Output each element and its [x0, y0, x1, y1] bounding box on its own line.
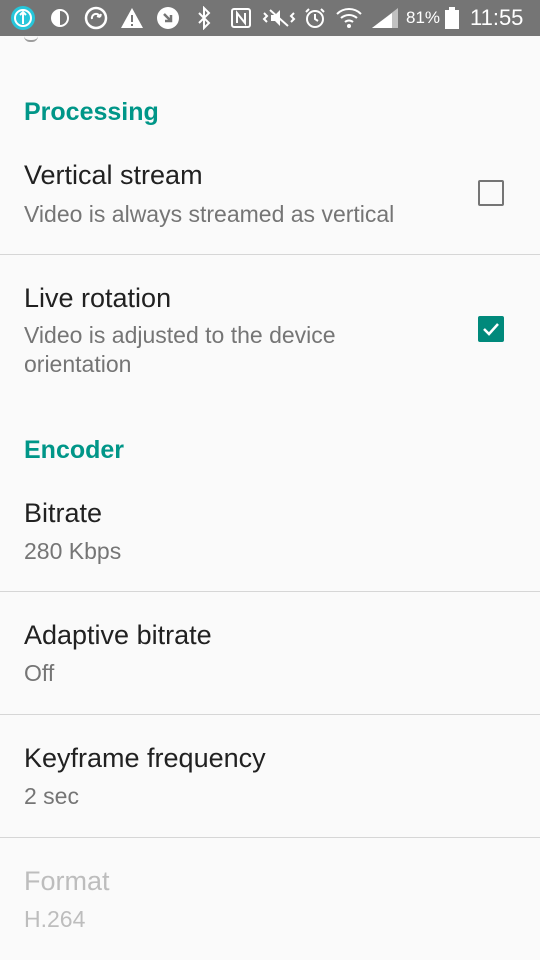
messenger-icon [156, 6, 180, 30]
pref-summary: H.264 [24, 906, 86, 932]
pref-summary: 2 sec [24, 783, 79, 809]
pref-title: Format [24, 866, 110, 896]
live-rotation-checkbox[interactable] [478, 316, 504, 342]
pref-vertical-stream[interactable]: Vertical stream Video is always streamed… [0, 146, 540, 254]
bluetooth-icon [196, 6, 212, 30]
pref-title: Live rotation [24, 283, 172, 313]
pref-title: Adaptive bitrate [24, 620, 212, 650]
pref-bitrate[interactable]: Bitrate 280 Kbps [0, 484, 540, 592]
pref-summary: 280 Kbps [24, 538, 122, 564]
pref-adaptive-bitrate[interactable]: Adaptive bitrate Off [0, 592, 540, 715]
pref-live-rotation[interactable]: Live rotation Video is adjusted to the d… [0, 255, 540, 405]
category-encoder: Encoder [24, 436, 125, 464]
category-processing: Processing [24, 98, 159, 126]
app-notification-icon [10, 6, 36, 30]
battery-percent: 81% [406, 8, 441, 27]
nfc-icon [230, 6, 252, 30]
pref-summary: Video is adjusted to the device orientat… [24, 322, 336, 377]
scrolled-content-edge [24, 36, 38, 42]
wifi-icon [336, 6, 362, 30]
warning-icon [120, 6, 144, 30]
pref-keyframe-frequency[interactable]: Keyframe frequency 2 sec [0, 715, 540, 838]
vertical-stream-checkbox[interactable] [478, 180, 504, 206]
status-bar: 81% 11:55 [0, 0, 540, 36]
sync-icon [84, 6, 108, 30]
pref-format: Format H.264 [0, 838, 540, 960]
vibrate-icon [262, 6, 296, 30]
signal-icon [370, 6, 400, 30]
settings-list: Processing Vertical stream Video is alwa… [0, 36, 540, 960]
pref-title: Bitrate [24, 498, 103, 528]
battery-icon [444, 6, 460, 30]
data-saver-icon [50, 6, 70, 30]
pref-title: Keyframe frequency [24, 743, 266, 773]
pref-summary: Video is always streamed as vertical [24, 201, 395, 227]
pref-summary: Off [24, 660, 55, 686]
alarm-icon [304, 6, 326, 30]
pref-title: Vertical stream [24, 160, 203, 190]
status-clock: 11:55 [470, 5, 524, 30]
checkmark-icon [483, 323, 499, 336]
